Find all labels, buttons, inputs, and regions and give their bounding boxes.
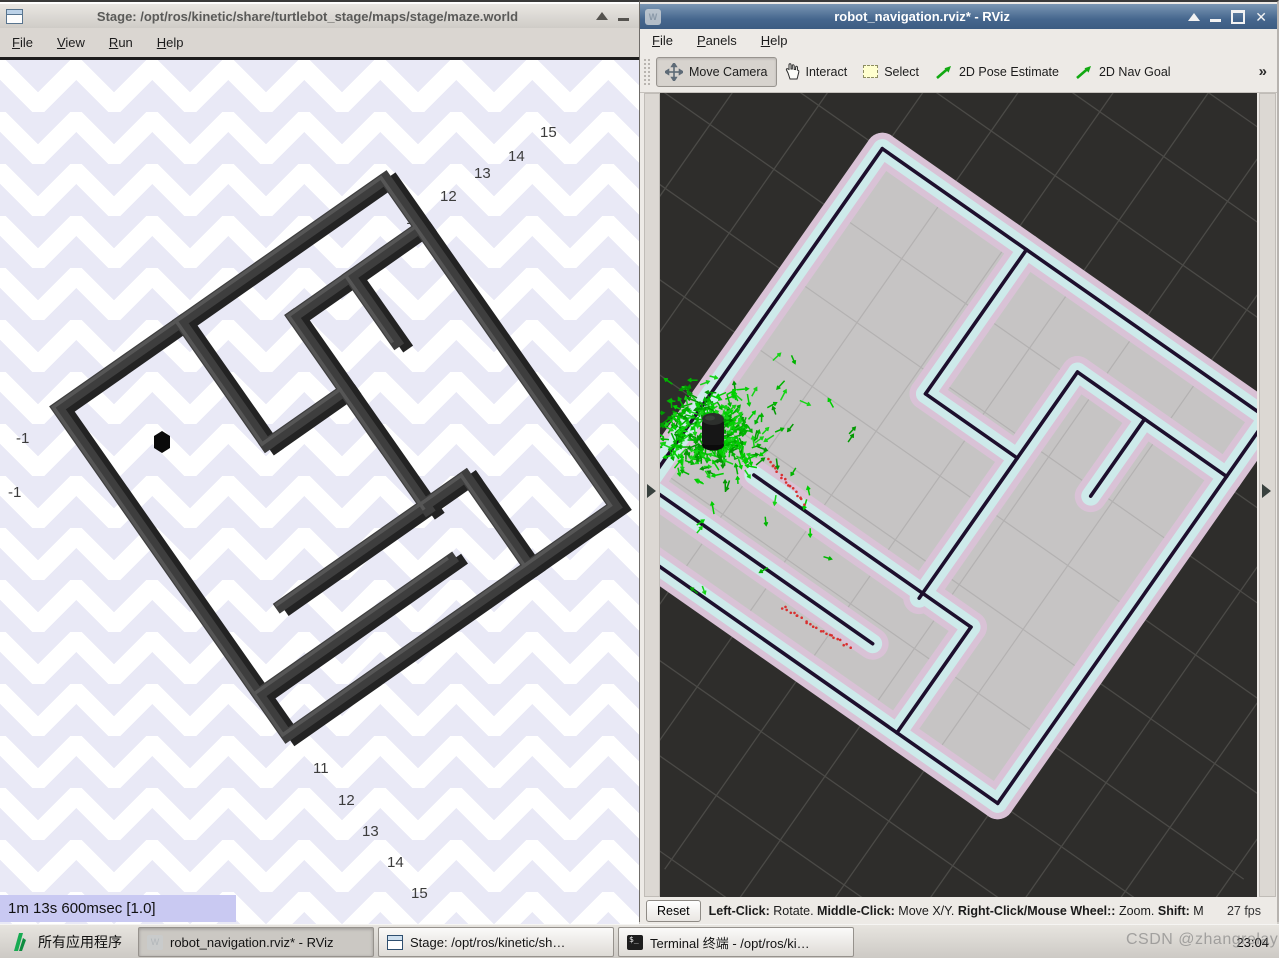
stage-window-title: Stage: /opt/ros/kinetic/share/turtlebot_… — [96, 8, 519, 24]
rviz-3d-render — [660, 93, 1257, 897]
move-camera-icon — [665, 62, 683, 81]
displays-panel-collapsed-strip[interactable] — [644, 93, 660, 897]
expand-panel-icon[interactable] — [1262, 484, 1271, 498]
views-panel-collapsed-strip[interactable] — [1259, 93, 1276, 897]
tool-select[interactable]: Select — [855, 60, 927, 84]
rviz-app-icon: W — [147, 934, 163, 950]
stage-menubar: File View Run Help — [0, 28, 639, 60]
select-box-icon — [863, 65, 879, 78]
stage-menu-view[interactable]: View — [45, 35, 97, 50]
mouse-hints: Left-Click: Rotate. Middle-Click: Move X… — [708, 903, 1204, 918]
rviz-app-icon: W — [645, 8, 661, 25]
close-window-icon[interactable]: ✕ — [1255, 10, 1267, 24]
rviz-statusbar: Reset Left-Click: Rotate. Middle-Click: … — [640, 897, 1277, 924]
apps-logo-icon — [14, 933, 26, 951]
stage-maze-render — [0, 60, 639, 924]
expand-panel-icon[interactable] — [647, 484, 656, 498]
rviz-menu-file[interactable]: File — [640, 33, 685, 48]
shade-window-icon[interactable] — [1188, 12, 1201, 21]
green-arrow-icon — [936, 65, 951, 79]
stage-window: Stage: /opt/ros/kinetic/share/turtlebot_… — [0, 0, 640, 924]
stage-titlebar[interactable]: Stage: /opt/ros/kinetic/share/turtlebot_… — [0, 4, 639, 29]
green-arrow-icon — [1076, 65, 1091, 79]
rviz-toolbar: Move Camera Interact Select 2D Pose Esti… — [640, 51, 1277, 93]
hand-icon — [785, 63, 799, 80]
taskbar-item-terminal[interactable]: $_ Terminal 终端 - /opt/ros/ki… — [618, 927, 854, 957]
taskbar: 所有应用程序 W robot_navigation.rviz* - RViz S… — [0, 924, 1279, 958]
rviz-menu-help[interactable]: Help — [749, 33, 800, 48]
rviz-robot — [702, 413, 724, 451]
taskbar-item-stage[interactable]: Stage: /opt/ros/kinetic/sh… — [378, 927, 614, 957]
desktop: Stage: /opt/ros/kinetic/share/turtlebot_… — [0, 0, 1279, 958]
minimize-window-icon[interactable] — [618, 18, 629, 21]
stage-3d-viewport[interactable]: 15 14 13 12 11 -1 -1 0 11 12 13 14 15 — [0, 60, 639, 924]
stage-menu-file[interactable]: File — [0, 35, 45, 50]
applications-menu-button[interactable]: 所有应用程序 — [0, 925, 136, 958]
rviz-menubar: File Panels Help — [640, 29, 1277, 51]
stage-window-icon — [6, 8, 23, 24]
tool-2d-pose-estimate[interactable]: 2D Pose Estimate — [927, 59, 1067, 85]
rviz-window-title: robot_navigation.rviz* - RViz — [834, 9, 1011, 24]
rviz-titlebar[interactable]: W robot_navigation.rviz* - RViz ✕ — [640, 4, 1277, 29]
fps-counter: 27 fps — [1226, 903, 1261, 918]
rviz-3d-viewport[interactable] — [660, 93, 1257, 897]
toolbar-drag-handle[interactable] — [644, 58, 650, 85]
taskbar-item-rviz[interactable]: W robot_navigation.rviz* - RViz — [138, 927, 374, 957]
tool-interact[interactable]: Interact — [777, 58, 856, 85]
shade-window-icon[interactable] — [596, 12, 608, 20]
tool-2d-nav-goal[interactable]: 2D Nav Goal — [1067, 59, 1179, 85]
stage-sim-time: 1m 13s 600msec [1.0] — [0, 895, 236, 922]
stage-robot — [154, 431, 170, 453]
tool-move-camera[interactable]: Move Camera — [656, 56, 777, 87]
terminal-icon: $_ — [627, 934, 643, 950]
toolbar-overflow-chevron[interactable]: » — [1259, 63, 1267, 80]
watermark: CSDN @zhangrelay — [1126, 931, 1279, 948]
maximize-window-icon[interactable] — [1231, 9, 1246, 24]
stage-window-icon — [387, 934, 403, 950]
minimize-window-icon[interactable] — [1210, 18, 1222, 22]
stage-menu-help[interactable]: Help — [145, 35, 196, 50]
reset-button[interactable]: Reset — [646, 899, 701, 922]
stage-menu-run[interactable]: Run — [97, 35, 145, 50]
rviz-menu-panels[interactable]: Panels — [685, 33, 749, 48]
rviz-window: W robot_navigation.rviz* - RViz ✕ File P… — [640, 0, 1279, 924]
